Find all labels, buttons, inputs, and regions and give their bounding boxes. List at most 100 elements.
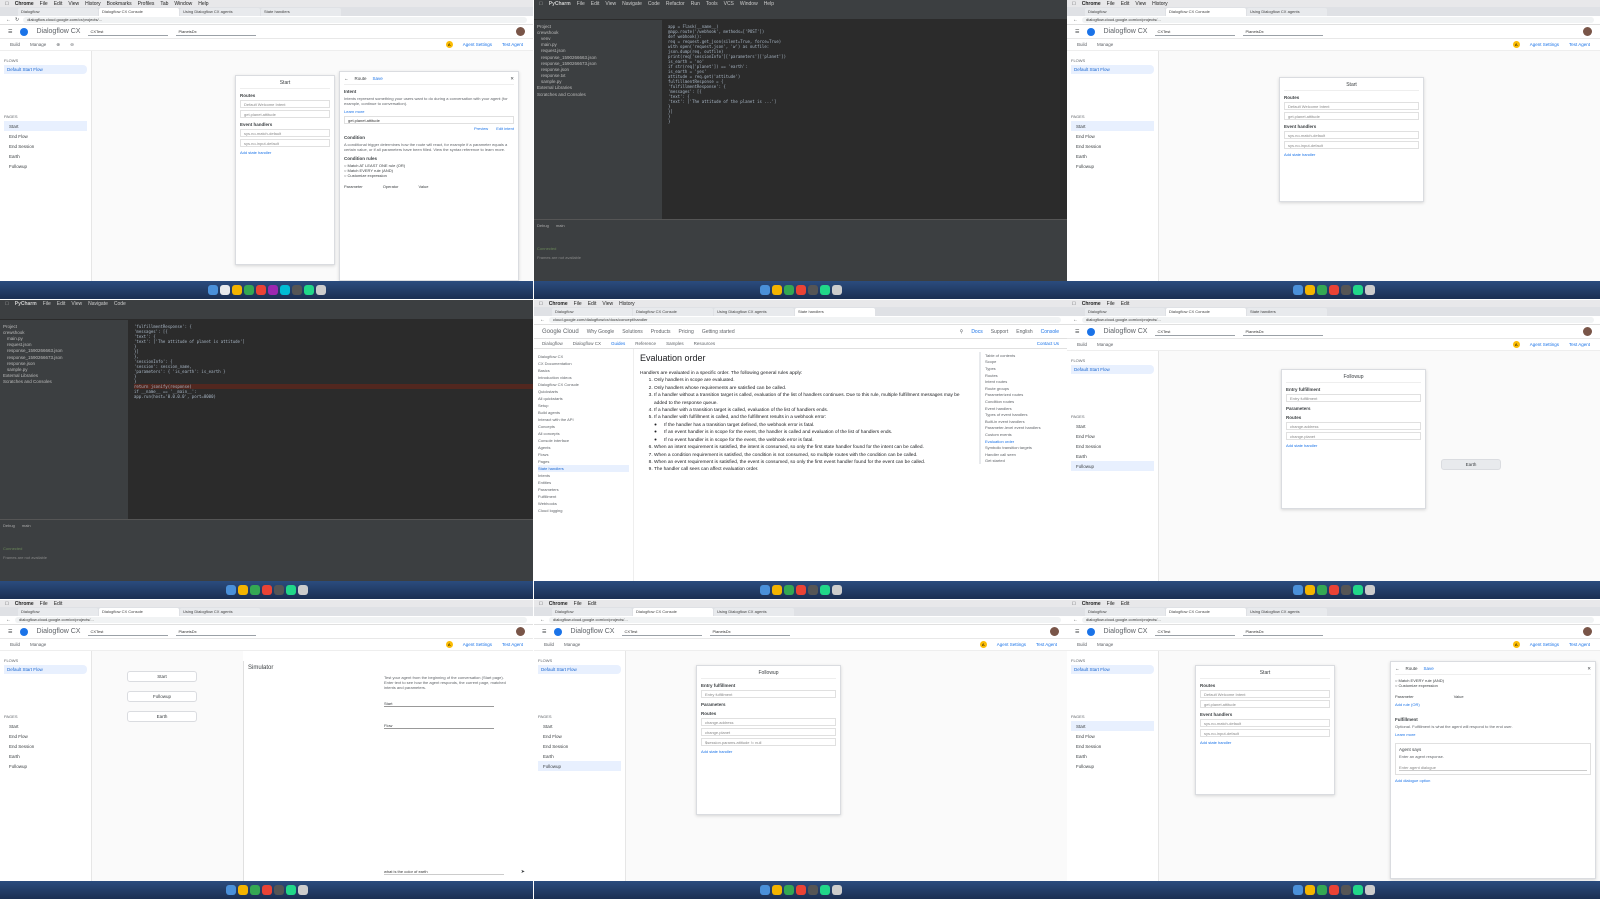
page-start[interactable]: Start <box>4 721 87 731</box>
menu-window[interactable]: Window <box>174 1 192 7</box>
simulator-input[interactable]: what is the color of earth <box>384 869 504 875</box>
nav-link[interactable]: Solutions <box>622 329 643 335</box>
toc-item[interactable]: Symbolic transition targets <box>985 444 1063 451</box>
menu-file[interactable]: File <box>40 1 48 7</box>
route-item[interactable]: get.planet.attitude <box>240 110 330 118</box>
account-badge[interactable]: A <box>1512 641 1520 648</box>
menu-tab[interactable]: Tab <box>160 1 168 7</box>
menu-edit[interactable]: Edit <box>591 1 600 7</box>
app-icon[interactable] <box>1316 885 1327 895</box>
page-end-session[interactable]: End Session <box>4 141 87 151</box>
tab-build[interactable]: Build <box>1077 42 1087 47</box>
finder-icon[interactable] <box>1292 885 1303 895</box>
tree-folder[interactable]: Scratches and Consoles <box>537 91 659 97</box>
project-select[interactable]: CXTest <box>88 28 169 36</box>
app-icon[interactable] <box>783 585 794 595</box>
menu-navigate[interactable]: Navigate <box>622 1 642 7</box>
menu-code[interactable]: Code <box>114 301 126 307</box>
graph-node-earth[interactable]: Earth <box>1441 459 1501 470</box>
menu-help[interactable]: Help <box>764 1 774 7</box>
back-icon[interactable]: ← <box>1073 17 1078 23</box>
app-icon[interactable] <box>261 585 272 595</box>
toc-item[interactable]: Parameter-level event handlers <box>985 425 1063 432</box>
menu-file[interactable]: File <box>577 1 585 7</box>
menu-code[interactable]: Code <box>648 1 660 7</box>
menu-view[interactable]: View <box>71 301 82 307</box>
menu-edit[interactable]: Edit <box>1121 1 1130 7</box>
back-icon[interactable]: ← <box>1073 317 1078 323</box>
event-item[interactable]: sys.no-input-default <box>1200 729 1330 737</box>
app-icon[interactable] <box>1328 285 1339 295</box>
nav-item[interactable]: Webhooks <box>538 500 629 507</box>
graph-node-earth[interactable]: Earth <box>127 711 197 722</box>
hamburger-icon[interactable]: ☰ <box>1075 329 1079 335</box>
app-icon[interactable] <box>783 285 794 295</box>
pycharm-icon[interactable] <box>1352 285 1363 295</box>
debug-label[interactable]: Debug <box>537 223 549 228</box>
agent-settings-button[interactable]: Agent Settings <box>463 42 492 47</box>
apple-icon[interactable]:  <box>5 301 9 307</box>
value-field[interactable]: Value <box>418 184 428 189</box>
learn-more-link[interactable]: Learn more <box>344 109 514 114</box>
page-end-flow[interactable]: End Flow <box>1071 731 1154 741</box>
menu-app[interactable]: Chrome <box>1082 301 1101 307</box>
flow-item[interactable]: Default Start Flow <box>538 665 621 674</box>
zoom-out-icon[interactable]: ⊖ <box>70 42 74 48</box>
tab-build[interactable]: Build <box>10 42 20 47</box>
nav-item[interactable]: Concepts <box>538 423 629 430</box>
project-select[interactable]: CXTest <box>1155 28 1236 36</box>
toc-item[interactable]: Route groups <box>985 385 1063 392</box>
menu-view[interactable]: View <box>68 1 79 7</box>
page-earth[interactable]: Earth <box>1071 151 1154 161</box>
flow-canvas[interactable]: Start Followup Earth <box>92 651 243 881</box>
back-icon[interactable]: ← <box>1073 617 1078 623</box>
tab-build[interactable]: Build <box>1077 342 1087 347</box>
menu-history[interactable]: History <box>1152 1 1168 7</box>
page-followup[interactable]: Followup <box>538 761 621 771</box>
route-item[interactable]: change.planet <box>1286 432 1421 440</box>
page-end-flow[interactable]: End Flow <box>4 731 87 741</box>
page-end-session[interactable]: End Session <box>538 741 621 751</box>
page-start[interactable]: Start <box>1071 421 1154 431</box>
apple-icon[interactable]:  <box>1072 301 1076 307</box>
nav-item[interactable]: Fulfillment <box>538 493 629 500</box>
pycharm-icon[interactable] <box>303 285 314 295</box>
nav-item[interactable]: CX Documentation <box>538 360 629 367</box>
page-end-session[interactable]: End Session <box>1071 141 1154 151</box>
nav-item[interactable]: Intents <box>538 472 629 479</box>
route-item[interactable]: get.planet.attitude <box>1284 112 1419 120</box>
finder-icon[interactable] <box>225 585 236 595</box>
add-state-handler-link[interactable]: Add state handler <box>1200 740 1330 745</box>
flow-canvas[interactable]: Followup Entry fulfillment Entry fulfill… <box>626 651 1067 881</box>
app-icon[interactable] <box>249 585 260 595</box>
nav-item[interactable]: Parameters <box>538 486 629 493</box>
app-icon[interactable] <box>267 285 278 295</box>
nav-item[interactable]: Dialogflow CX <box>538 353 629 360</box>
terminal-icon[interactable] <box>807 885 818 895</box>
menu-bookmarks[interactable]: Bookmarks <box>107 1 132 7</box>
toc-item[interactable]: Intent routes <box>985 378 1063 385</box>
menu-edit[interactable]: Edit <box>588 601 597 607</box>
code-editor[interactable]: app = Flask(__name__) @app.route('/webho… <box>662 20 1067 219</box>
agent-dialogue-input[interactable]: Enter agent dialogue <box>1399 765 1587 771</box>
menu-edit[interactable]: Edit <box>54 1 63 7</box>
subnav-link[interactable]: Guides <box>611 341 625 346</box>
page-start[interactable]: Start <box>1071 721 1154 731</box>
agent-select[interactable]: PlanetsDx <box>1243 628 1324 636</box>
parameter-field[interactable]: Parameter <box>1395 694 1414 699</box>
send-icon[interactable]: ➤ <box>521 869 525 875</box>
agent-settings-button[interactable]: Agent Settings <box>1530 642 1559 647</box>
learn-more-link[interactable]: Learn more <box>1395 732 1591 737</box>
account-badge[interactable]: A <box>445 41 453 48</box>
url-field[interactable]: dialogflow.cloud.google.com/cx/projects/… <box>23 17 527 23</box>
add-state-handler-link[interactable]: Add state handler <box>240 150 330 155</box>
test-agent-button[interactable]: Test Agent <box>1569 642 1590 647</box>
project-select[interactable]: CXTest <box>88 628 169 636</box>
hamburger-icon[interactable]: ☰ <box>542 629 546 635</box>
trash-icon[interactable] <box>831 885 842 895</box>
browser-tab-active[interactable]: Dialogflow CX Console <box>1166 608 1246 616</box>
agent-settings-button[interactable]: Agent Settings <box>1530 42 1559 47</box>
menu-app[interactable]: Chrome <box>15 1 34 7</box>
close-icon[interactable]: ✕ <box>1587 666 1591 672</box>
avatar[interactable] <box>1583 627 1592 636</box>
